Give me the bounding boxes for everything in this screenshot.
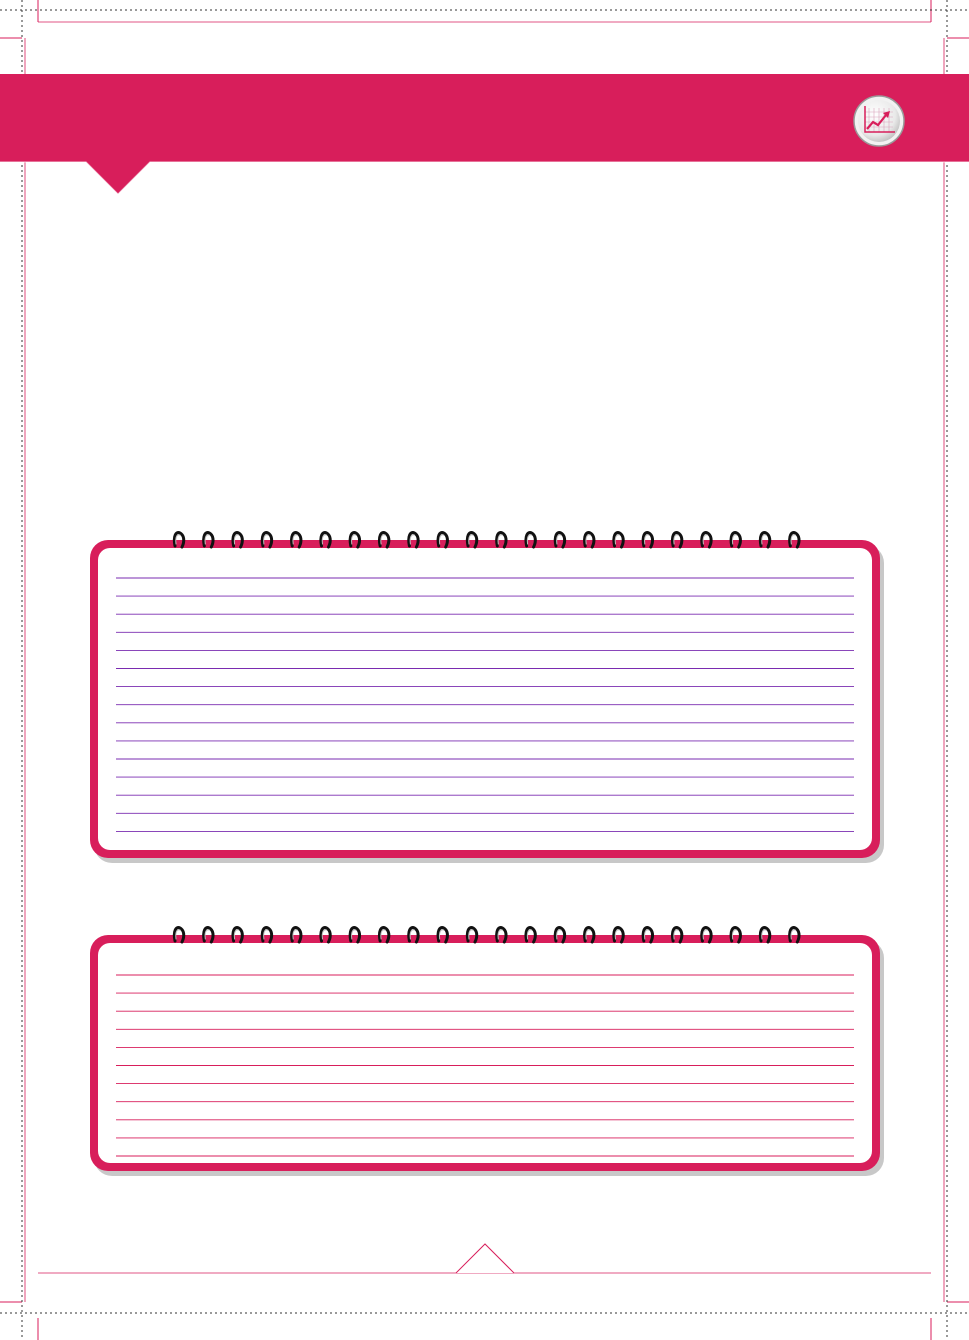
notebook-paper — [98, 943, 872, 1163]
footer-notch — [455, 1243, 515, 1274]
notebook-lower — [90, 926, 884, 1176]
